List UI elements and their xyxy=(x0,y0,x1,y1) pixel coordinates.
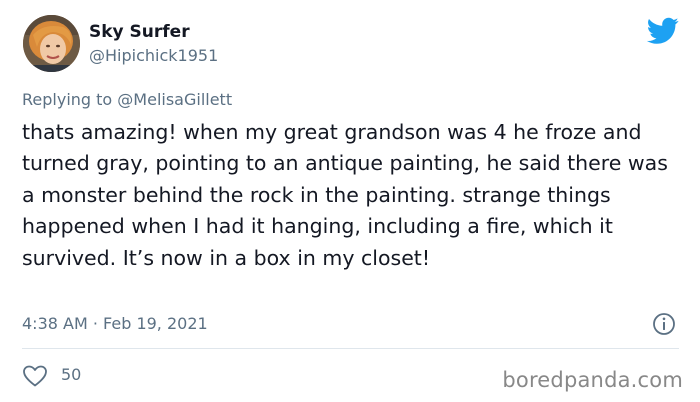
timestamp[interactable]: 4:38 AM · Feb 19, 2021 xyxy=(22,314,208,334)
user-handle[interactable]: @Hipichick1951 xyxy=(89,46,218,66)
divider xyxy=(22,348,679,349)
twitter-bird-icon[interactable] xyxy=(646,17,679,45)
display-name[interactable]: Sky Surfer xyxy=(89,22,190,42)
heart-icon[interactable] xyxy=(22,364,48,388)
watermark: boredpanda.com xyxy=(502,368,683,392)
replying-to: Replying to @MelisaGillett xyxy=(22,90,232,110)
tweet-card: Sky Surfer @Hipichick1951 Replying to @M… xyxy=(0,0,700,402)
reply-mention-link[interactable]: @MelisaGillett xyxy=(117,90,232,109)
like-count: 50 xyxy=(61,365,82,384)
tweet-text: thats amazing! when my great grandson wa… xyxy=(22,120,668,270)
info-icon[interactable] xyxy=(652,312,676,336)
avatar[interactable] xyxy=(23,15,80,72)
replying-prefix: Replying to xyxy=(22,90,118,109)
